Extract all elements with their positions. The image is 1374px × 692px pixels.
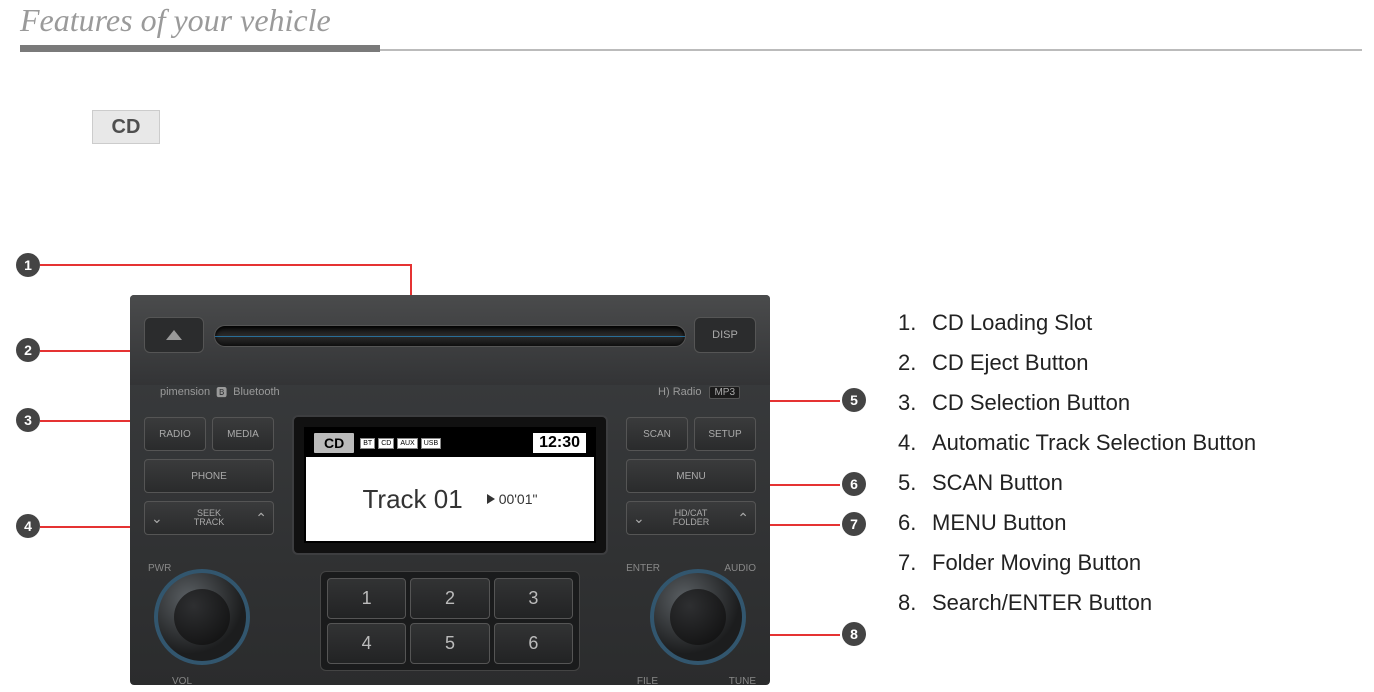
legend-item-8: 8.Search/ENTER Button — [898, 590, 1256, 616]
audio-label: AUDIO — [724, 563, 756, 574]
phone-button[interactable]: PHONE — [144, 459, 274, 493]
cd-icon: CD — [378, 438, 394, 449]
preset-key-1[interactable]: 1 — [327, 578, 406, 619]
brand-row: pimension 🅱 Bluetooth H) Radio MP3 — [160, 381, 740, 403]
preset-key-5[interactable]: 5 — [410, 623, 489, 664]
legend-item-5: 5.SCAN Button — [898, 470, 1256, 496]
tune-label: TUNE — [729, 676, 756, 685]
folder-label: FOLDER — [673, 517, 710, 527]
folder-rocker[interactable]: ⌄ HD/CATFOLDER ⌃ — [626, 501, 756, 535]
power-volume-knob[interactable] — [154, 569, 250, 665]
preset-key-2[interactable]: 2 — [410, 578, 489, 619]
display-screen: CD BT CD AUX USB 12:30 Track 01 00'01" — [292, 415, 608, 555]
chevron-down-icon: ⌄ — [151, 510, 163, 527]
bluetooth-label: Bluetooth — [233, 386, 279, 398]
legend-item-2: 2.CD Eject Button — [898, 350, 1256, 376]
cd-eject-button[interactable] — [144, 317, 204, 353]
brand-label: pimension — [160, 386, 210, 398]
right-button-group: SCAN SETUP MENU ⌄ HD/CATFOLDER ⌃ — [626, 417, 756, 535]
mp3-badge: MP3 — [709, 386, 740, 399]
radio-button[interactable]: RADIO — [144, 417, 206, 451]
callout-badge-7: 7 — [842, 512, 866, 536]
track-label: TRACK — [194, 517, 225, 527]
callout-badge-8: 8 — [842, 622, 866, 646]
leader-line — [40, 264, 412, 266]
aux-icon: AUX — [397, 438, 417, 449]
preset-key-6[interactable]: 6 — [494, 623, 573, 664]
callout-badge-6: 6 — [842, 472, 866, 496]
hdradio-label: H) Radio — [658, 386, 701, 398]
play-icon — [487, 494, 495, 504]
callout-badge-4: 4 — [16, 514, 40, 538]
screen-clock: 12:30 — [533, 433, 586, 453]
elapsed-time: 00'01" — [487, 491, 538, 507]
legend-item-6: 6.MENU Button — [898, 510, 1256, 536]
cd-loading-slot[interactable] — [214, 325, 686, 347]
callout-badge-3: 3 — [16, 408, 40, 432]
preset-key-3[interactable]: 3 — [494, 578, 573, 619]
legend-list: 1.CD Loading Slot 2.CD Eject Button 3.CD… — [898, 310, 1256, 630]
legend-item-3: 3.CD Selection Button — [898, 390, 1256, 416]
legend-item-7: 7.Folder Moving Button — [898, 550, 1256, 576]
callout-badge-5: 5 — [842, 388, 866, 412]
chevron-up-icon: ⌃ — [737, 510, 749, 527]
left-button-group: RADIO MEDIA PHONE ⌄ SEEKTRACK ⌃ — [144, 417, 274, 535]
menu-button[interactable]: MENU — [626, 459, 756, 493]
chevron-up-icon: ⌃ — [255, 510, 267, 527]
disp-button[interactable]: DISP — [694, 317, 756, 353]
legend-item-4: 4.Automatic Track Selection Button — [898, 430, 1256, 456]
callout-badge-2: 2 — [16, 338, 40, 362]
page-title: Features of your vehicle — [0, 0, 1374, 45]
seek-track-rocker[interactable]: ⌄ SEEKTRACK ⌃ — [144, 501, 274, 535]
radio-head-unit: DISP pimension 🅱 Bluetooth H) Radio MP3 … — [130, 295, 770, 685]
pwr-label: PWR — [148, 563, 171, 574]
usb-icon: USB — [421, 438, 441, 449]
preset-key-4[interactable]: 4 — [327, 623, 406, 664]
eject-icon — [166, 330, 182, 340]
preset-keypad: 1 2 3 4 5 6 — [320, 571, 580, 671]
title-underline — [0, 45, 1374, 53]
scan-button[interactable]: SCAN — [626, 417, 688, 451]
setup-button[interactable]: SETUP — [694, 417, 756, 451]
legend-item-1: 1.CD Loading Slot — [898, 310, 1256, 336]
chevron-down-icon: ⌄ — [633, 510, 645, 527]
tune-enter-knob[interactable] — [650, 569, 746, 665]
enter-label: ENTER — [626, 563, 660, 574]
vol-label: VOL — [172, 676, 192, 685]
file-label: FILE — [637, 676, 658, 685]
screen-mode-badge: CD — [314, 433, 354, 453]
track-title: Track 01 — [363, 484, 463, 515]
callout-badge-1: 1 — [16, 253, 40, 277]
bt-icon: BT — [360, 438, 375, 449]
bottom-row: PWR VOL 1 2 3 4 5 6 ENTER AUDIO FILE TUN… — [130, 565, 770, 685]
cd-section-badge: CD — [92, 110, 160, 144]
media-button[interactable]: MEDIA — [212, 417, 274, 451]
unit-top-panel: DISP — [130, 295, 770, 385]
